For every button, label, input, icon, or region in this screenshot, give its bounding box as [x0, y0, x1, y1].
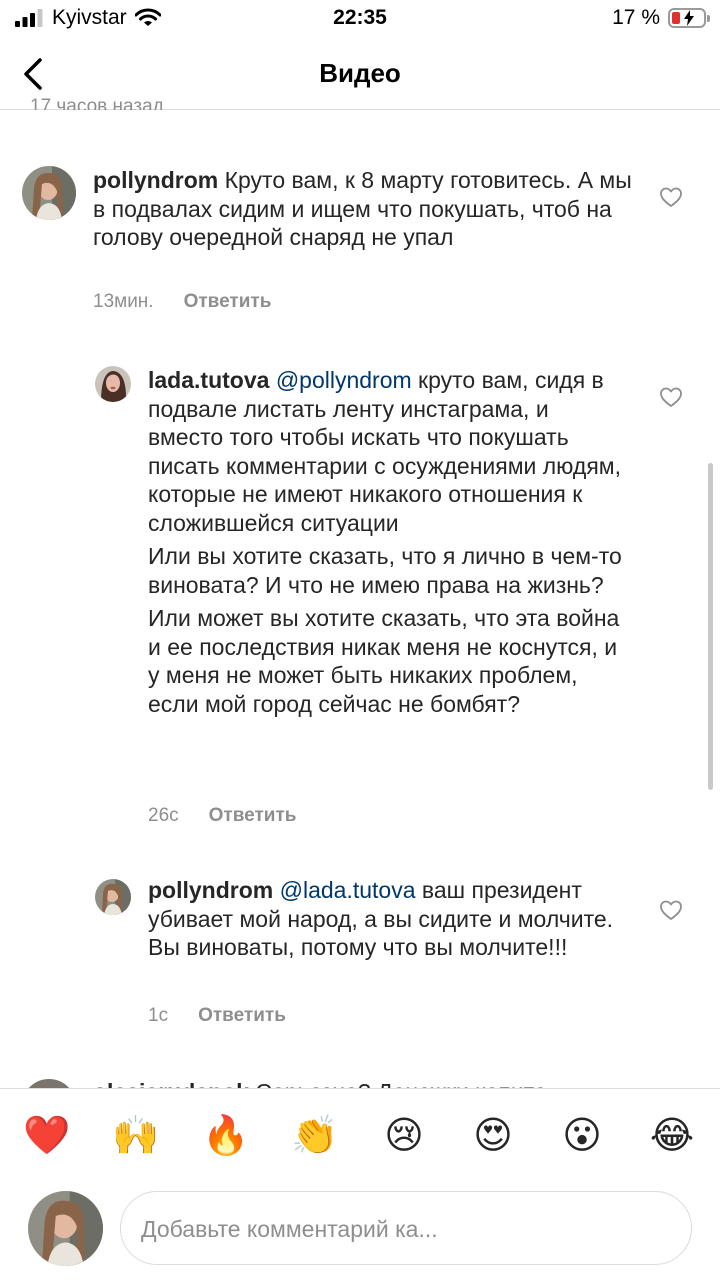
- comment-input[interactable]: [141, 1212, 661, 1246]
- red-heart-emoji-button[interactable]: ❤️: [23, 1113, 70, 1159]
- comment-username[interactable]: olesiarudenok: [93, 1079, 249, 1088]
- heart-icon[interactable]: [659, 898, 683, 922]
- avatar[interactable]: [95, 366, 131, 402]
- heart-icon[interactable]: [659, 385, 683, 409]
- status-bar: Kyivstar 22:35 17 %: [0, 0, 720, 40]
- comment-composer: [0, 1180, 720, 1280]
- reply-button[interactable]: Ответить: [198, 1005, 286, 1027]
- comment-username[interactable]: lada.tutova: [148, 367, 269, 393]
- avatar[interactable]: [22, 1079, 76, 1088]
- status-right: 17 %: [612, 6, 710, 30]
- comment-time: 26с: [148, 805, 179, 826]
- avatar[interactable]: [22, 166, 76, 220]
- comment-meta: 26с Ответить: [148, 805, 296, 827]
- comments-list[interactable]: pollyndrom Круто вам, к 8 марту готовите…: [0, 110, 720, 1088]
- mention-link[interactable]: @pollyndrom: [276, 367, 412, 393]
- comment-paragraph: Или вы хотите сказать, что я лично в чем…: [148, 543, 622, 598]
- page-title: Видео: [319, 58, 401, 88]
- cut-off-timestamp: 17 часов назад: [30, 96, 164, 110]
- comment-time: 1с: [148, 1005, 169, 1026]
- scrollbar[interactable]: [708, 463, 713, 790]
- comment: pollyndrom Круто вам, к 8 марту готовите…: [0, 110, 720, 330]
- crying-face-emoji-button[interactable]: 😢: [381, 1113, 427, 1159]
- comment-username[interactable]: pollyndrom: [148, 877, 273, 903]
- comment-text: pollyndrom @lada.tutova ваш президент уб…: [148, 876, 628, 962]
- comment-text: lada.tutova @pollyndrom круто вам, сидя …: [148, 366, 628, 718]
- fire-emoji-button[interactable]: 🔥: [202, 1113, 249, 1159]
- comment-body: Серьезно? Денежки копите: [255, 1079, 546, 1088]
- battery-icon: [668, 8, 710, 28]
- comment-time: 13мин.: [93, 291, 154, 312]
- comment-meta: 13мин. Ответить: [93, 291, 271, 313]
- comment-input-wrapper[interactable]: [120, 1191, 692, 1265]
- emoji-quick-reactions: ❤️ 🙌 🔥 👏 😢 😍 😮 😂: [0, 1088, 720, 1180]
- heart-icon[interactable]: [659, 185, 683, 209]
- astonished-face-emoji-button[interactable]: 😮: [559, 1113, 605, 1159]
- battery-percent: 17 %: [612, 6, 660, 29]
- comment: olesiarudenok Серьезно? Денежки копите: [0, 1075, 720, 1088]
- reply-button[interactable]: Ответить: [184, 291, 272, 313]
- heart-eyes-emoji-button[interactable]: 😍: [470, 1113, 516, 1159]
- comment-meta: 1с Ответить: [148, 1005, 286, 1027]
- comment-reply: lada.tutova @pollyndrom круто вам, сидя …: [0, 340, 720, 830]
- comment-text: olesiarudenok Серьезно? Денежки копите: [93, 1078, 633, 1088]
- reply-button[interactable]: Ответить: [209, 805, 297, 827]
- avatar[interactable]: [95, 879, 131, 915]
- tears-of-joy-emoji-button[interactable]: 😂: [649, 1113, 695, 1159]
- comment-text: pollyndrom Круто вам, к 8 марту готовите…: [93, 166, 633, 252]
- clapping-hands-emoji-button[interactable]: 👏: [291, 1113, 338, 1159]
- comment-username[interactable]: pollyndrom: [93, 167, 218, 193]
- comment-paragraph: Или может вы хотите сказать, что эта вой…: [148, 605, 620, 717]
- current-user-avatar: [28, 1191, 103, 1266]
- mention-link[interactable]: @lada.tutova: [280, 877, 416, 903]
- raising-hands-emoji-button[interactable]: 🙌: [112, 1113, 159, 1159]
- comment-reply: pollyndrom @lada.tutova ваш президент уб…: [0, 855, 720, 1045]
